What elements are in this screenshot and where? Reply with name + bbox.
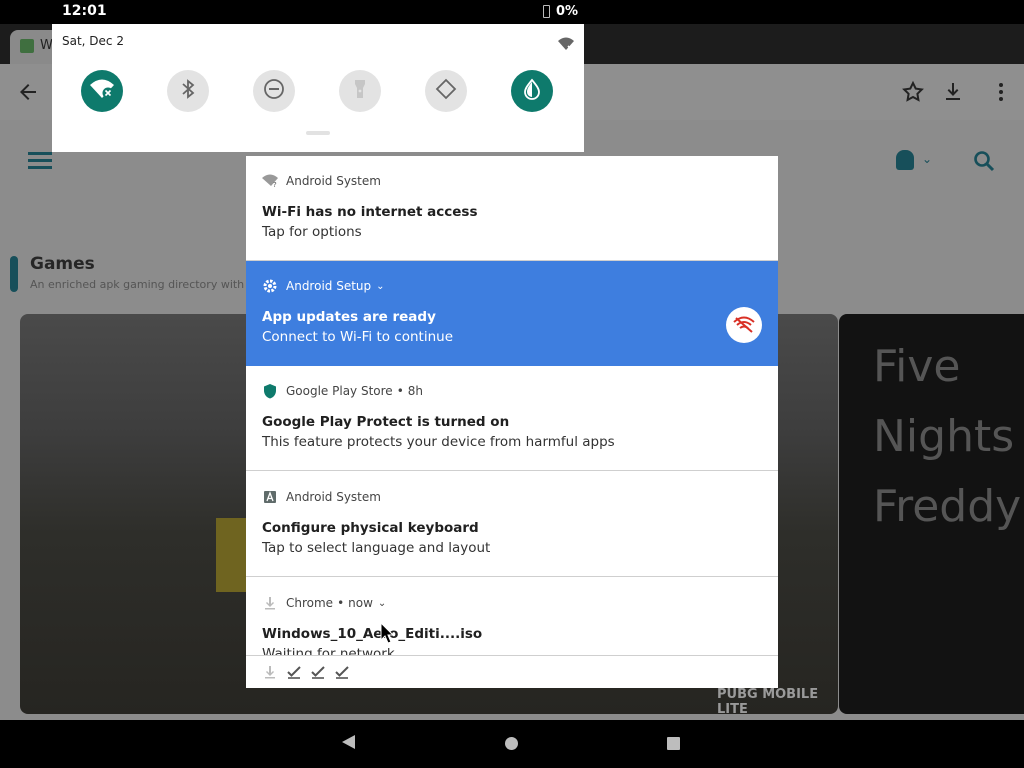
chevron-down-icon[interactable]: ⌄: [922, 152, 932, 166]
wifi-question-icon: ?: [262, 173, 278, 189]
battery-icon: [543, 5, 550, 18]
download-icon[interactable]: [941, 80, 965, 104]
notification-title: Windows_10_Aero_Editi....iso: [262, 626, 483, 642]
shield-icon: [262, 383, 278, 399]
qs-tile-auto-rotate[interactable]: [425, 70, 467, 112]
notification-app-name: Chrome: [286, 596, 334, 610]
separator-dot: •: [396, 384, 404, 398]
notification-body: This feature protects your device from h…: [262, 434, 615, 450]
notification-time: now: [348, 596, 373, 610]
download-icon: [262, 664, 278, 680]
status-bar: 12:01 0%: [0, 0, 1024, 24]
notification-app-name: Android System: [286, 174, 381, 188]
star-icon[interactable]: [901, 80, 925, 104]
quick-settings-panel: Sat, Dec 2: [52, 24, 584, 152]
search-icon[interactable]: [973, 150, 995, 172]
svg-text:?: ?: [273, 181, 277, 188]
tab-favicon-icon: [20, 39, 34, 53]
qs-tile-flashlight[interactable]: [339, 70, 381, 112]
notification-app-updates[interactable]: Android Setup ⌄ App updates are ready Co…: [246, 261, 778, 366]
notification-header: Google Play Store • 8h: [262, 382, 423, 400]
game-art: [216, 518, 246, 592]
notification-body: Tap to select language and layout: [262, 540, 491, 556]
notification-list: ? Android System Wi-Fi has no internet a…: [246, 156, 778, 688]
notification-title: App updates are ready: [262, 309, 436, 325]
clock: 12:01: [62, 3, 107, 19]
auto-rotate-icon: [435, 78, 457, 104]
section-subtitle: An enriched apk gaming directory with il: [30, 278, 254, 291]
android-screen: W ⌄ Games An enriched apk gaming directo…: [0, 0, 1024, 768]
notification-keyboard[interactable]: Android System Configure physical keyboa…: [246, 472, 778, 577]
notification-app-name: Android System: [286, 490, 381, 504]
game-card-fnaf[interactable]: Five Nights at Freddy': [839, 314, 1024, 714]
wifi-off-icon: [90, 78, 114, 104]
notification-time: 8h: [407, 384, 424, 398]
more-vert-icon[interactable]: [989, 80, 1013, 104]
notification-app-name: Google Play Store: [286, 384, 393, 398]
mouse-cursor-icon: [380, 621, 395, 648]
notification-title: Wi-Fi has no internet access: [262, 204, 478, 220]
navigation-bar: [0, 720, 1024, 768]
separator-dot: •: [337, 596, 345, 610]
chevron-down-icon[interactable]: ⌄: [378, 598, 386, 609]
section-title: Games: [30, 254, 95, 274]
chevron-down-icon[interactable]: ⌄: [376, 281, 384, 292]
nav-recents-icon[interactable]: [667, 737, 680, 750]
notification-title: Google Play Protect is turned on: [262, 414, 510, 430]
qs-tile-bluetooth[interactable]: [167, 70, 209, 112]
qs-tile-wifi[interactable]: [81, 70, 123, 112]
qs-tile-battery-saver[interactable]: [511, 70, 553, 112]
bluetooth-icon: [180, 78, 196, 104]
tab-title: W: [40, 38, 53, 53]
notification-title: Configure physical keyboard: [262, 520, 479, 536]
notification-header: Android System: [262, 488, 381, 506]
qs-drag-handle[interactable]: [306, 131, 330, 135]
notification-header: Chrome • now ⌄: [262, 594, 386, 612]
nav-home-icon[interactable]: [505, 737, 518, 750]
battery-saver-icon: [522, 78, 542, 104]
notification-body: Tap for options: [262, 224, 362, 240]
back-arrow-icon[interactable]: [16, 80, 40, 104]
qs-date: Sat, Dec 2: [62, 34, 124, 48]
notification-overflow-icons[interactable]: [246, 655, 778, 688]
flashlight-icon: [353, 78, 367, 104]
battery-percent: 0%: [556, 4, 579, 19]
notification-body: Connect to Wi-Fi to continue: [262, 329, 453, 345]
do-not-disturb-icon: [263, 78, 285, 104]
notification-wifi-no-internet[interactable]: ? Android System Wi-Fi has no internet a…: [246, 156, 778, 261]
wifi-off-icon: [726, 307, 762, 343]
keyboard-icon: [262, 489, 278, 505]
check-icon: [310, 664, 326, 680]
android-icon[interactable]: [896, 150, 914, 170]
notification-header: Android Setup ⌄: [262, 277, 385, 295]
wifi-off-icon: [558, 36, 574, 55]
game-card-title: Five Nights at Freddy': [873, 341, 1024, 532]
nav-back-icon[interactable]: [342, 735, 355, 749]
gear-icon: [262, 278, 278, 294]
notification-app-name: Android Setup: [286, 279, 372, 293]
download-icon: [262, 595, 278, 611]
check-icon: [334, 664, 350, 680]
notification-play-protect[interactable]: Google Play Store • 8h Google Play Prote…: [246, 366, 778, 471]
check-icon: [286, 664, 302, 680]
section-accent-bar: [10, 256, 18, 292]
game-card-label: PUBG MOBILE LITE: [717, 687, 819, 714]
notification-header: ? Android System: [262, 172, 381, 190]
qs-tile-do-not-disturb[interactable]: [253, 70, 295, 112]
menu-icon[interactable]: [28, 152, 52, 170]
